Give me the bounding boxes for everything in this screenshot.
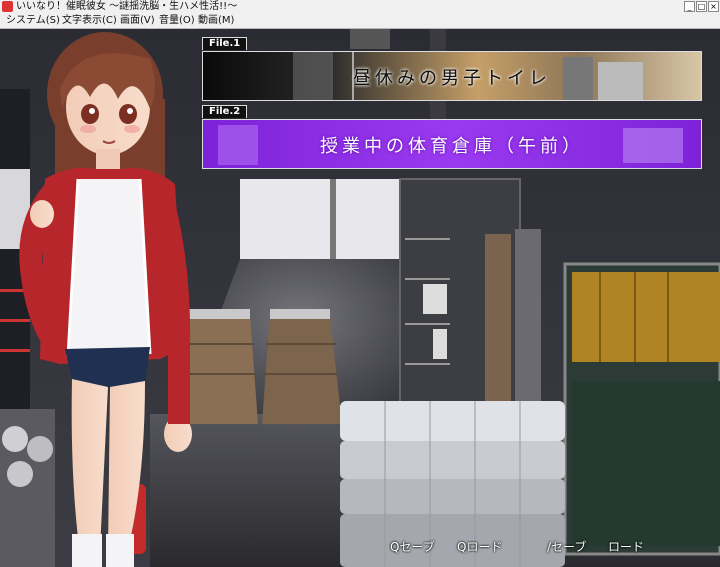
title-bar: いいなり！催眠彼女 ～謎揺洗脳・生ハメ性活!!～ _ □ × (0, 0, 720, 15)
menu-movie[interactable]: 動画(M) (198, 14, 234, 28)
qsave-button[interactable]: Qセーブ (390, 538, 435, 555)
load-button[interactable]: ロード (608, 538, 644, 555)
storage-room-background (0, 29, 720, 567)
menu-volume[interactable]: 音量(O) (159, 14, 195, 28)
menu-screen[interactable]: 画面(V) (120, 14, 155, 28)
file1-tab: File.1 (202, 37, 248, 50)
game-scene: File.1 昼休みの男子トイレ File.2 授業中の体育倉庫（午前） Qセー… (0, 29, 720, 567)
qload-button[interactable]: Qロード (457, 538, 502, 555)
file1-title: 昼休みの男子トイレ (353, 68, 551, 89)
menu-text-display[interactable]: 文字表示(C) (62, 14, 117, 28)
minimize-icon[interactable]: _ (684, 1, 695, 12)
file2-tab: File.2 (202, 105, 248, 118)
file1-panel[interactable]: 昼休みの男子トイレ (202, 51, 702, 101)
close-icon[interactable]: × (708, 1, 719, 12)
game-window: いいなり！催眠彼女 ～謎揺洗脳・生ハメ性活!!～ _ □ × システム(S) 文… (0, 0, 720, 567)
file2-title: 授業中の体育倉庫（午前） (320, 136, 584, 157)
app-icon (2, 1, 13, 12)
file2-panel[interactable]: 授業中の体育倉庫（午前） (202, 119, 702, 169)
menu-bar: システム(S) 文字表示(C) 画面(V) 音量(O) 動画(M) (0, 14, 720, 29)
menu-system[interactable]: システム(S) (6, 14, 60, 28)
save-button[interactable]: /セーブ (547, 538, 586, 555)
window-title: いいなり！催眠彼女 ～謎揺洗脳・生ハメ性活!!～ (16, 1, 238, 12)
maximize-icon[interactable]: □ (696, 1, 707, 12)
